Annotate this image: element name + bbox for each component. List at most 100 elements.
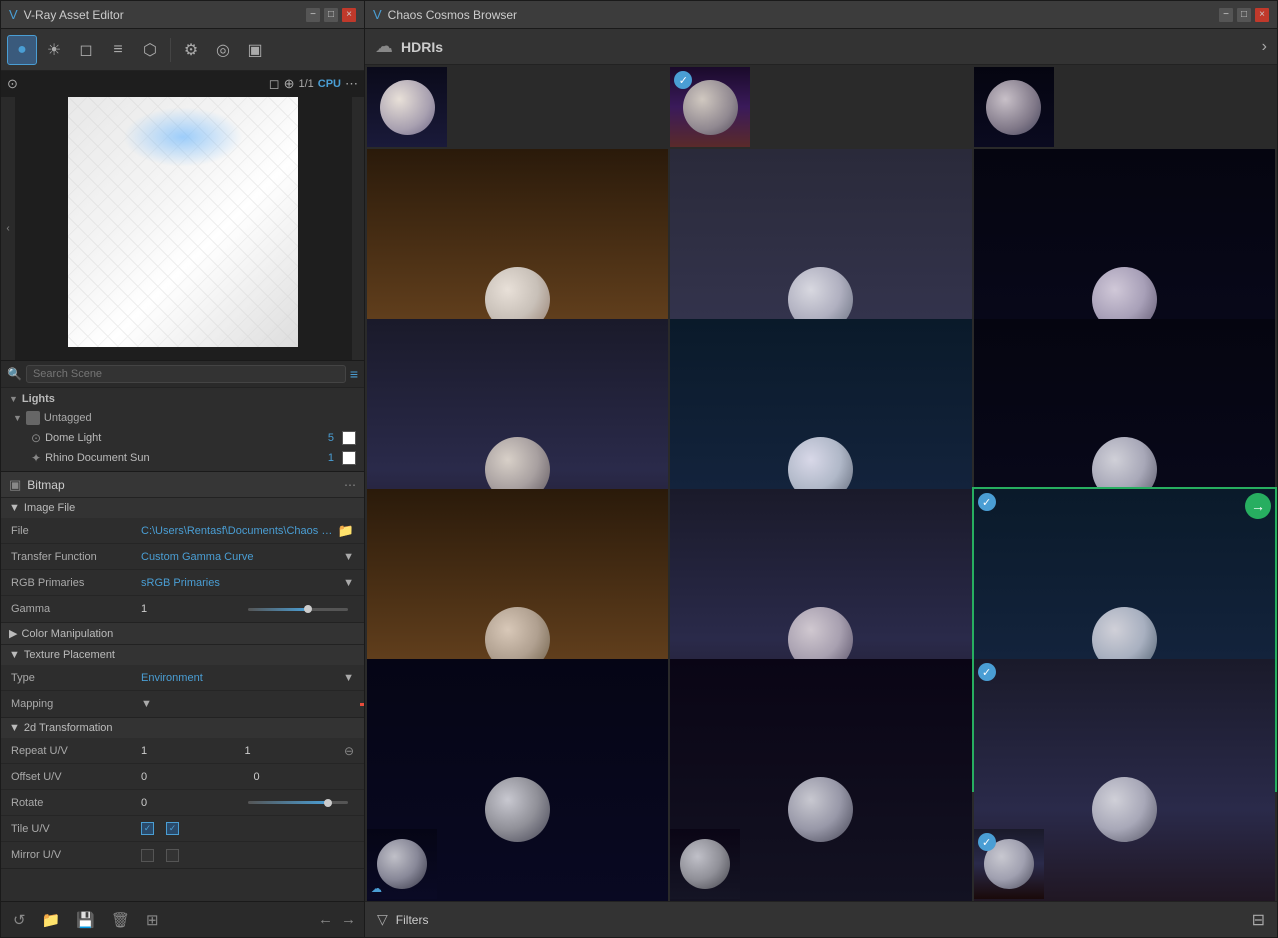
toolbar-separator bbox=[170, 38, 171, 62]
cosmos-minimize-button[interactable]: − bbox=[1219, 8, 1233, 22]
rotate-slider[interactable] bbox=[248, 801, 349, 804]
mirror-u-checkbox[interactable] bbox=[141, 849, 154, 862]
2d-transform-header[interactable]: ▼ 2d Transformation bbox=[1, 718, 364, 738]
lights-label: Lights bbox=[22, 393, 55, 405]
lights-untagged-group[interactable]: ▼ Untagged bbox=[1, 408, 364, 428]
type-row: Type Environment ▼ bbox=[1, 665, 364, 691]
rhino-doc-sun-item[interactable]: ✦ Rhino Document Sun 1 bbox=[1, 448, 364, 468]
tile-uv-label: Tile U/V bbox=[11, 823, 141, 835]
texture-placement-chevron: ▼ bbox=[9, 649, 20, 661]
viewport-frame-icon[interactable]: ◻ bbox=[269, 76, 280, 92]
layers-tab[interactable]: ≡ bbox=[103, 35, 133, 65]
sphere-thumb-11 bbox=[788, 777, 853, 842]
viewport-camera-icon[interactable]: ⊙ bbox=[7, 76, 18, 92]
transfer-fn-label: Transfer Function bbox=[11, 551, 141, 563]
repeat-uv-row: Repeat U/V 1 1 ⊖ bbox=[1, 738, 364, 764]
mirror-uv-label: Mirror U/V bbox=[11, 849, 141, 861]
viewport-right-collapse[interactable] bbox=[352, 97, 364, 360]
rgb-primaries-dropdown[interactable]: ▼ bbox=[343, 577, 354, 589]
texture-placement-header[interactable]: ▼ Texture Placement bbox=[1, 645, 364, 665]
viewport-right-icons: ◻ ⊕ 1/1 CPU ⋯ bbox=[269, 76, 358, 92]
lights-chevron: ▼ bbox=[9, 394, 18, 404]
transfer-fn-dropdown[interactable]: ▼ bbox=[343, 551, 354, 563]
item-9-action-button[interactable]: → bbox=[1245, 493, 1271, 519]
cosmos-logo-icon: V bbox=[373, 7, 382, 22]
view-toggle-button[interactable]: ⊟ bbox=[1252, 910, 1265, 930]
dome-light-icon: ⊙ bbox=[31, 431, 41, 445]
tile-u-checkbox[interactable]: ✓ bbox=[141, 822, 154, 835]
materials-tab[interactable]: ⬡ bbox=[135, 35, 165, 65]
back-button[interactable]: ← bbox=[318, 911, 333, 928]
tile-v-checkbox[interactable]: ✓ bbox=[166, 822, 179, 835]
output-tab[interactable]: ▣ bbox=[240, 35, 270, 65]
item-9-check-badge: ✓ bbox=[978, 493, 996, 511]
vray-titlebar: V V-Ray Asset Editor − □ × bbox=[1, 1, 364, 29]
rhino-sun-swatch[interactable] bbox=[342, 451, 356, 465]
filter-toggle-button[interactable]: ≡ bbox=[350, 366, 358, 382]
vray-close-button[interactable]: × bbox=[342, 8, 356, 22]
delete-button[interactable]: 🗑 bbox=[107, 907, 134, 933]
properties-panel: ▣ Bitmap ⋯ ▼ Image File File C:\Users\Re… bbox=[1, 471, 364, 901]
mapping-dropdown-arrow[interactable]: ▼ bbox=[141, 698, 152, 710]
dome-light-item[interactable]: ⊙ Dome Light 5 bbox=[1, 428, 364, 448]
bitmap-icon: ▣ bbox=[9, 477, 21, 493]
search-input[interactable] bbox=[26, 365, 346, 383]
rgb-primaries-value: sRGB Primaries bbox=[141, 577, 343, 589]
image-file-header[interactable]: ▼ Image File bbox=[1, 498, 364, 518]
scene-tree: ▼ Lights ▼ Untagged ⊙ Dome Light 5 ✦ Rhi… bbox=[1, 388, 364, 471]
add-button[interactable]: ⊞ bbox=[142, 907, 163, 933]
offset-uv-row: Offset U/V 0 0 bbox=[1, 764, 364, 790]
props-title: Bitmap bbox=[27, 478, 64, 492]
2d-transformation-section: ▼ 2d Transformation Repeat U/V 1 1 ⊖ Off… bbox=[1, 718, 364, 869]
geometry-tab[interactable]: ◻ bbox=[71, 35, 101, 65]
viewport-resolution: 1/1 bbox=[298, 78, 313, 90]
cosmos-title: Chaos Cosmos Browser bbox=[388, 8, 1213, 22]
lights-tab[interactable]: ● bbox=[7, 35, 37, 65]
vray-maximize-button[interactable]: □ bbox=[324, 8, 338, 22]
hdri-item-14[interactable] bbox=[670, 829, 740, 899]
transfer-fn-value: Custom Gamma Curve bbox=[141, 551, 343, 563]
save-button[interactable]: 💾 bbox=[72, 907, 99, 933]
viewport-stereo-icon[interactable]: ⊕ bbox=[284, 76, 295, 92]
open-button[interactable]: 📁 bbox=[38, 907, 65, 933]
tile-uv-row: Tile U/V ✓ ✓ bbox=[1, 816, 364, 842]
rgb-primaries-label: RGB Primaries bbox=[11, 577, 141, 589]
rhino-sun-icon: ✦ bbox=[31, 451, 41, 465]
mirror-v-checkbox[interactable] bbox=[166, 849, 179, 862]
viewport-more-icon[interactable]: ⋯ bbox=[345, 76, 358, 92]
lights-section-header[interactable]: ▼ Lights bbox=[1, 390, 364, 408]
hdri-item-top-3[interactable] bbox=[974, 67, 1054, 147]
texture-placement-section: ▼ Texture Placement Type Environment ▼ M… bbox=[1, 645, 364, 718]
type-dropdown[interactable]: ▼ bbox=[343, 672, 354, 684]
sphere-2 bbox=[683, 80, 738, 135]
scene-search-bar: 🔍 ≡ bbox=[1, 361, 364, 388]
hdri-item-top-2[interactable]: ✓ bbox=[670, 67, 750, 147]
cosmos-maximize-button[interactable]: □ bbox=[1237, 8, 1251, 22]
cosmos-footer: ▽ Filters ⊟ bbox=[365, 901, 1277, 937]
render-tab[interactable]: ◎ bbox=[208, 35, 238, 65]
props-menu-button[interactable]: ⋯ bbox=[344, 478, 356, 492]
forward-button[interactable]: → bbox=[341, 911, 356, 928]
dome-light-count: 5 bbox=[328, 432, 334, 444]
sun-tab[interactable]: ☀ bbox=[39, 35, 69, 65]
vray-minimize-button[interactable]: − bbox=[306, 8, 320, 22]
cosmos-section-title: HDRIs bbox=[401, 39, 1254, 55]
rotate-label: Rotate bbox=[11, 797, 141, 809]
2d-transform-chevron: ▼ bbox=[9, 722, 20, 734]
gamma-slider[interactable] bbox=[248, 608, 349, 611]
browse-file-button[interactable]: 📁 bbox=[338, 523, 354, 539]
texture-placement-label: Texture Placement bbox=[24, 649, 115, 661]
color-manipulation-header[interactable]: ▶ Color Manipulation bbox=[1, 623, 364, 644]
dome-light-swatch[interactable] bbox=[342, 431, 356, 445]
reset-button[interactable]: ↺ bbox=[9, 907, 30, 933]
viewport-left-collapse[interactable]: ‹ bbox=[1, 97, 15, 360]
settings-tab[interactable]: ⚙ bbox=[176, 35, 206, 65]
hdri-item-15[interactable]: ✓ bbox=[974, 829, 1044, 899]
repeat-v-value: 1 bbox=[244, 745, 335, 757]
hdri-item-13[interactable]: ☁ bbox=[367, 829, 437, 899]
hdri-item-top-1[interactable] bbox=[367, 67, 447, 147]
item-13-check: ☁ bbox=[371, 882, 382, 895]
mapping-value: ▼ bbox=[141, 698, 354, 710]
cosmos-close-button[interactable]: × bbox=[1255, 8, 1269, 22]
cosmos-expand-button[interactable]: › bbox=[1262, 38, 1267, 56]
